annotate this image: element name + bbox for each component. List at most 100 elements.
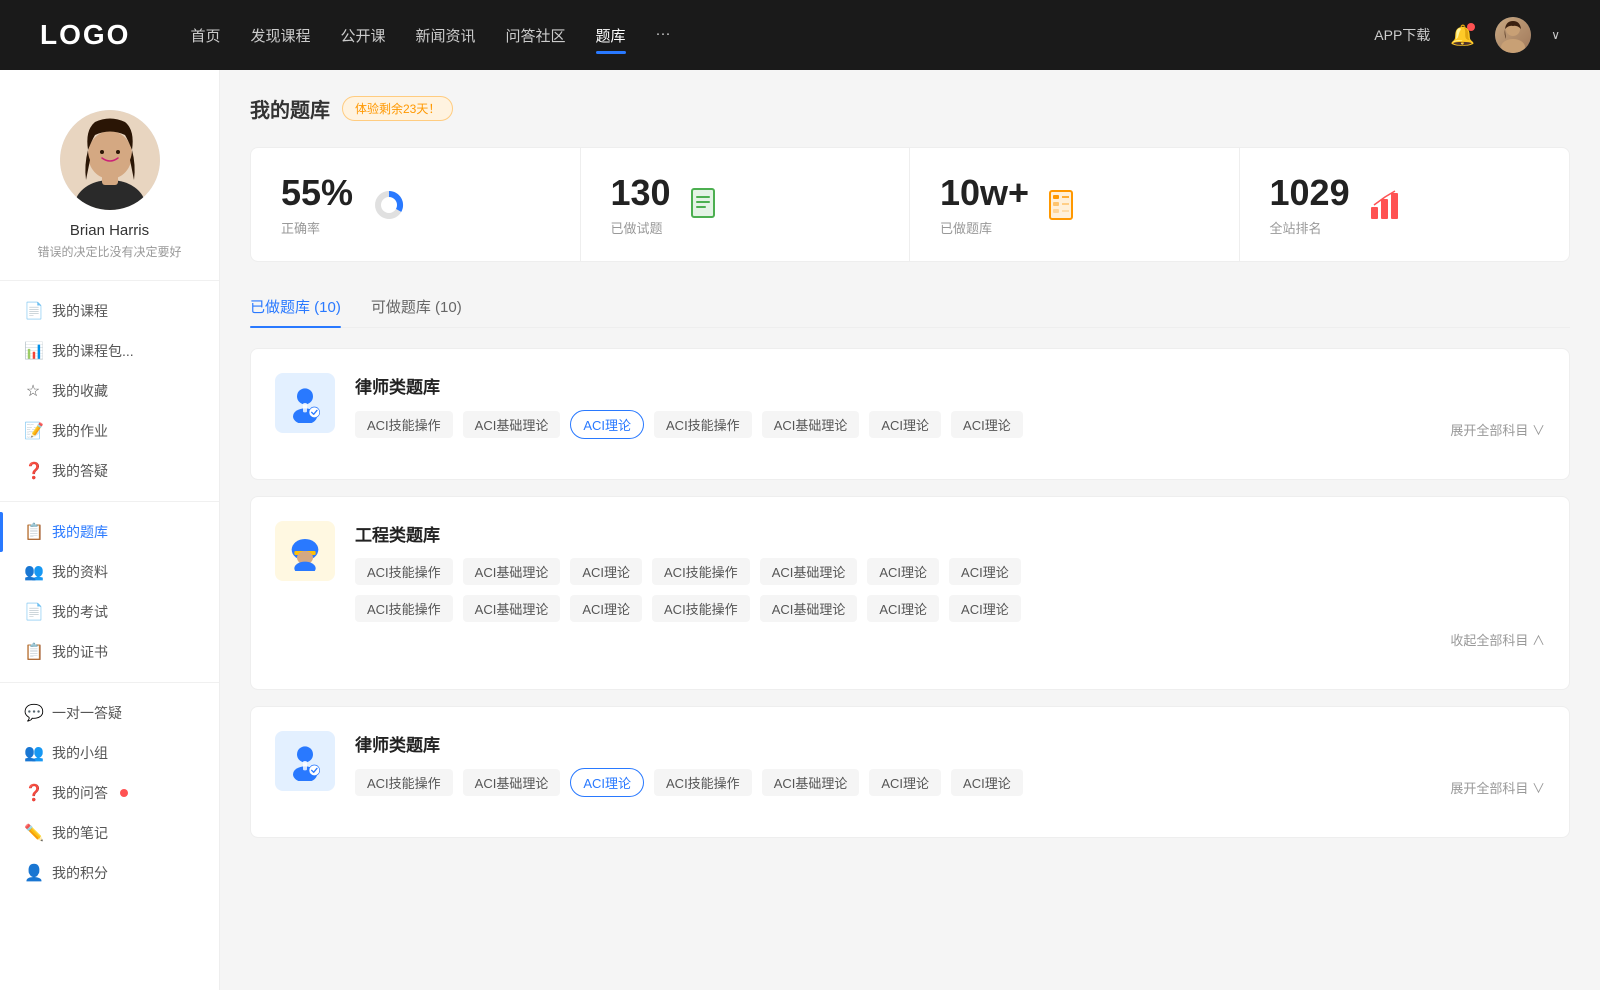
- expand-btn-3[interactable]: 展开全部科目 ∨: [1450, 778, 1545, 797]
- tag-3-3[interactable]: ACI技能操作: [654, 769, 752, 796]
- tag-2-0[interactable]: ACI技能操作: [355, 558, 453, 585]
- stat-done-value-group: 130 已做试题: [611, 172, 671, 237]
- engineer-icon: [275, 521, 335, 581]
- tag-2-2[interactable]: ACI理论: [570, 558, 642, 585]
- collapse-btn-2[interactable]: 收起全部科目 ∧: [355, 630, 1545, 649]
- tag-2-r2-5[interactable]: ACI理论: [867, 595, 939, 622]
- tag-1-3[interactable]: ACI技能操作: [654, 411, 752, 438]
- qbank-card-lawyer-2: 律师类题库 ACI技能操作 ACI基础理论 ACI理论 ACI技能操作 ACI基…: [250, 706, 1570, 838]
- tag-1-4[interactable]: ACI基础理论: [762, 411, 860, 438]
- star-icon: ☆: [24, 381, 42, 401]
- tag-2-6[interactable]: ACI理论: [949, 558, 1021, 585]
- notification-bell[interactable]: 🔔: [1450, 23, 1475, 48]
- pie-chart-icon: [369, 185, 409, 225]
- sidebar-item-my-qa[interactable]: ❓ 我的答疑: [0, 451, 219, 491]
- stat-value-rank: 1029: [1270, 172, 1350, 214]
- sidebar-label-qbank: 我的题库: [52, 522, 108, 542]
- stat-correct-value: 55% 正确率: [281, 172, 353, 237]
- tag-3-1[interactable]: ACI基础理论: [463, 769, 561, 796]
- points-icon: 👤: [24, 863, 42, 883]
- sidebar-divider-1: [0, 280, 219, 281]
- profile-icon: 👥: [24, 562, 42, 582]
- tag-1-6[interactable]: ACI理论: [951, 411, 1023, 438]
- sidebar-item-tutor[interactable]: 💬 一对一答疑: [0, 693, 219, 733]
- sidebar-item-notes[interactable]: ✏️ 我的笔记: [0, 813, 219, 853]
- tag-2-1[interactable]: ACI基础理论: [463, 558, 561, 585]
- sidebar-item-homework[interactable]: 📝 我的作业: [0, 411, 219, 451]
- expand-btn-1[interactable]: 展开全部科目 ∨: [1450, 420, 1545, 439]
- sidebar-item-course-package[interactable]: 📊 我的课程包...: [0, 331, 219, 371]
- user-name: Brian Harris: [20, 222, 199, 239]
- nav-qa[interactable]: 问答社区: [506, 21, 566, 50]
- sidebar-item-exam[interactable]: 📄 我的考试: [0, 592, 219, 632]
- sidebar-label-points: 我的积分: [52, 863, 108, 883]
- cert-icon: 📋: [24, 642, 42, 662]
- tag-3-6[interactable]: ACI理论: [951, 769, 1023, 796]
- sidebar-item-qbank[interactable]: 📋 我的题库: [0, 512, 219, 552]
- tag-2-r2-3[interactable]: ACI技能操作: [652, 595, 750, 622]
- tag-2-r2-4[interactable]: ACI基础理论: [760, 595, 858, 622]
- qbank-tabs: 已做题库 (10) 可做题库 (10): [250, 286, 1570, 328]
- sidebar-label-profile: 我的资料: [52, 562, 108, 582]
- tag-3-2[interactable]: ACI理论: [570, 768, 644, 797]
- tag-3-5[interactable]: ACI理论: [869, 769, 941, 796]
- tab-available[interactable]: 可做题库 (10): [371, 286, 462, 327]
- nav-home[interactable]: 首页: [190, 21, 220, 50]
- tags-row-1: ACI技能操作 ACI基础理论 ACI理论 ACI技能操作 ACI基础理论 AC…: [355, 410, 1545, 439]
- tag-2-r2-0[interactable]: ACI技能操作: [355, 595, 453, 622]
- sidebar: Brian Harris 错误的决定比没有决定要好 📄 我的课程 📊 我的课程包…: [0, 70, 220, 990]
- tag-3-4[interactable]: ACI基础理论: [762, 769, 860, 796]
- main-content: 我的题库 体验剩余23天！ 55% 正确率: [220, 70, 1600, 990]
- qbank-card-engineer: 工程类题库 ACI技能操作 ACI基础理论 ACI理论 ACI技能操作 ACI基…: [250, 496, 1570, 690]
- tags-row-2-r1: ACI技能操作 ACI基础理论 ACI理论 ACI技能操作 ACI基础理论 AC…: [355, 558, 1545, 585]
- lawyer-icon-2: [275, 731, 335, 791]
- tab-done[interactable]: 已做题库 (10): [250, 286, 341, 327]
- sidebar-label-tutor: 一对一答疑: [52, 703, 122, 723]
- sidebar-item-questions[interactable]: ❓ 我的问答: [0, 773, 219, 813]
- sidebar-item-group[interactable]: 👥 我的小组: [0, 733, 219, 773]
- nav-qbank[interactable]: 题库: [596, 21, 626, 50]
- tag-2-4[interactable]: ACI基础理论: [760, 558, 858, 585]
- stat-rank-value-group: 1029 全站排名: [1270, 172, 1350, 237]
- list-icon: [1045, 185, 1085, 225]
- nav-more[interactable]: ···: [656, 21, 671, 50]
- tag-1-0[interactable]: ACI技能操作: [355, 411, 453, 438]
- sidebar-item-favorites[interactable]: ☆ 我的收藏: [0, 371, 219, 411]
- qbank-header-1: 律师类题库 ACI技能操作 ACI基础理论 ACI理论 ACI技能操作 ACI基…: [275, 373, 1545, 439]
- stat-value-done: 130: [611, 172, 671, 214]
- stat-label-done: 已做试题: [611, 218, 671, 237]
- nav-opencourse[interactable]: 公开课: [340, 21, 385, 50]
- tag-2-5[interactable]: ACI理论: [867, 558, 939, 585]
- qbank-title-1: 律师类题库: [355, 373, 1545, 398]
- app-download-btn[interactable]: APP下载: [1374, 25, 1430, 45]
- qbank-header-3: 律师类题库 ACI技能操作 ACI基础理论 ACI理论 ACI技能操作 ACI基…: [275, 731, 1545, 797]
- tag-2-r2-2[interactable]: ACI理论: [570, 595, 642, 622]
- sidebar-label-course-package: 我的课程包...: [52, 341, 134, 361]
- logo: LOGO: [40, 19, 130, 51]
- avatar: [60, 110, 160, 210]
- user-avatar-header[interactable]: [1495, 17, 1531, 53]
- sidebar-label-questions: 我的问答: [52, 783, 108, 803]
- tag-1-1[interactable]: ACI基础理论: [463, 411, 561, 438]
- exam-icon: 📄: [24, 602, 42, 622]
- doc-icon: [687, 185, 727, 225]
- nav-discover[interactable]: 发现课程: [250, 21, 310, 50]
- tag-1-2[interactable]: ACI理论: [570, 410, 644, 439]
- tag-2-r2-1[interactable]: ACI基础理论: [463, 595, 561, 622]
- page-layout: Brian Harris 错误的决定比没有决定要好 📄 我的课程 📊 我的课程包…: [0, 70, 1600, 990]
- tags-row-2-r2: ACI技能操作 ACI基础理论 ACI理论 ACI技能操作 ACI基础理论 AC…: [355, 595, 1545, 622]
- sidebar-item-certificate[interactable]: 📋 我的证书: [0, 632, 219, 672]
- tag-2-r2-6[interactable]: ACI理论: [949, 595, 1021, 622]
- tag-1-5[interactable]: ACI理论: [869, 411, 941, 438]
- sidebar-item-points[interactable]: 👤 我的积分: [0, 853, 219, 893]
- page-header: 我的题库 体验剩余23天！: [250, 94, 1570, 123]
- sidebar-item-my-course[interactable]: 📄 我的课程: [0, 291, 219, 331]
- stat-label-banks: 已做题库: [940, 218, 1029, 237]
- qbank-info-2: 工程类题库 ACI技能操作 ACI基础理论 ACI理论 ACI技能操作 ACI基…: [355, 521, 1545, 649]
- stat-value-correct: 55%: [281, 172, 353, 214]
- user-menu-chevron[interactable]: ∨: [1551, 28, 1560, 42]
- tag-3-0[interactable]: ACI技能操作: [355, 769, 453, 796]
- nav-news[interactable]: 新闻资讯: [416, 21, 476, 50]
- sidebar-item-profile[interactable]: 👥 我的资料: [0, 552, 219, 592]
- tag-2-3[interactable]: ACI技能操作: [652, 558, 750, 585]
